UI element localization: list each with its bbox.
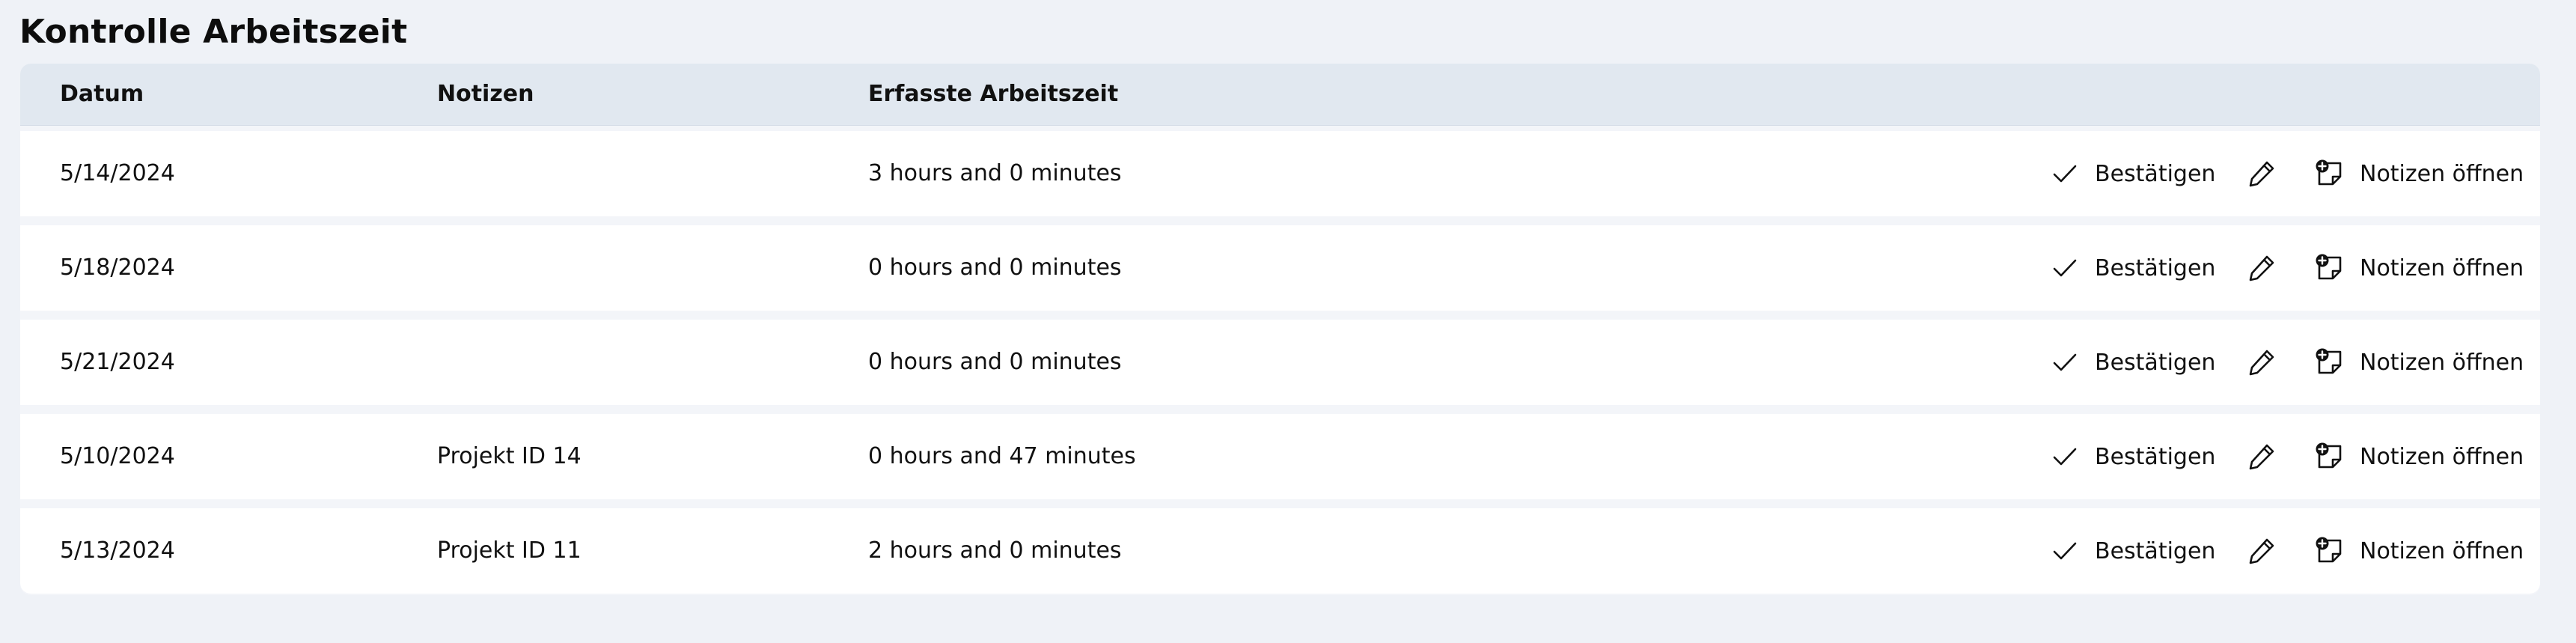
confirm-label: Bestätigen bbox=[2095, 349, 2216, 376]
row-date: 5/14/2024 bbox=[60, 160, 175, 186]
note-add-icon bbox=[2315, 253, 2345, 283]
pencil-icon bbox=[2247, 159, 2277, 189]
open-notes-button[interactable]: Notizen öffnen bbox=[2315, 528, 2524, 573]
page: Kontrolle Arbeitszeit Datum Notizen Erfa… bbox=[0, 0, 2576, 643]
table-row: 5/18/2024 0 hours and 0 minutes Bestätig… bbox=[20, 225, 2540, 311]
row-actions: Bestätigen Notizen öffnen bbox=[2029, 414, 2524, 499]
open-notes-label: Notizen öffnen bbox=[2360, 443, 2524, 470]
row-recorded-time: 0 hours and 0 minutes bbox=[868, 255, 1122, 281]
check-icon bbox=[2050, 347, 2080, 377]
row-recorded-time: 2 hours and 0 minutes bbox=[868, 537, 1122, 564]
header-date[interactable]: Datum bbox=[60, 64, 144, 125]
table-row: 5/14/2024 3 hours and 0 minutes Bestätig… bbox=[20, 131, 2540, 216]
edit-button[interactable] bbox=[2239, 151, 2284, 196]
row-date: 5/18/2024 bbox=[60, 255, 175, 281]
table-row: 5/10/2024 Projekt ID 14 0 hours and 47 m… bbox=[20, 414, 2540, 499]
pencil-icon bbox=[2247, 347, 2277, 377]
row-actions: Bestätigen Notizen öffnen bbox=[2029, 131, 2524, 216]
row-date: 5/10/2024 bbox=[60, 443, 175, 469]
note-add-icon bbox=[2315, 159, 2345, 189]
open-notes-button[interactable]: Notizen öffnen bbox=[2315, 246, 2524, 290]
check-icon bbox=[2050, 442, 2080, 472]
note-add-icon bbox=[2315, 347, 2345, 377]
table-row: 5/13/2024 Projekt ID 11 2 hours and 0 mi… bbox=[20, 508, 2540, 594]
header-notes[interactable]: Notizen bbox=[437, 64, 534, 125]
row-notes: Projekt ID 11 bbox=[437, 537, 582, 564]
edit-button[interactable] bbox=[2239, 434, 2284, 479]
check-icon bbox=[2050, 536, 2080, 566]
confirm-button[interactable]: Bestätigen bbox=[2050, 528, 2215, 573]
confirm-button[interactable]: Bestätigen bbox=[2050, 434, 2215, 479]
row-recorded-time: 0 hours and 47 minutes bbox=[868, 443, 1136, 469]
row-recorded-time: 0 hours and 0 minutes bbox=[868, 349, 1122, 375]
open-notes-button[interactable]: Notizen öffnen bbox=[2315, 434, 2524, 479]
row-date: 5/13/2024 bbox=[60, 537, 175, 564]
row-actions: Bestätigen Notizen öffnen bbox=[2029, 508, 2524, 594]
page-title: Kontrolle Arbeitszeit bbox=[19, 13, 408, 51]
note-add-icon bbox=[2315, 536, 2345, 566]
open-notes-button[interactable]: Notizen öffnen bbox=[2315, 340, 2524, 385]
pencil-icon bbox=[2247, 253, 2277, 283]
row-date: 5/21/2024 bbox=[60, 349, 175, 375]
edit-button[interactable] bbox=[2239, 340, 2284, 385]
confirm-button[interactable]: Bestätigen bbox=[2050, 246, 2215, 290]
pencil-icon bbox=[2247, 442, 2277, 472]
confirm-button[interactable]: Bestätigen bbox=[2050, 340, 2215, 385]
row-recorded-time: 3 hours and 0 minutes bbox=[868, 160, 1122, 186]
row-actions: Bestätigen Notizen öffnen bbox=[2029, 320, 2524, 405]
pencil-icon bbox=[2247, 536, 2277, 566]
check-icon bbox=[2050, 159, 2080, 189]
confirm-label: Bestätigen bbox=[2095, 537, 2216, 564]
edit-button[interactable] bbox=[2239, 528, 2284, 573]
confirm-label: Bestätigen bbox=[2095, 255, 2216, 281]
row-actions: Bestätigen Notizen öffnen bbox=[2029, 225, 2524, 311]
open-notes-button[interactable]: Notizen öffnen bbox=[2315, 151, 2524, 196]
work-time-table: Datum Notizen Erfasste Arbeitszeit 5/14/… bbox=[20, 64, 2540, 595]
open-notes-label: Notizen öffnen bbox=[2360, 537, 2524, 564]
confirm-button[interactable]: Bestätigen bbox=[2050, 151, 2215, 196]
check-icon bbox=[2050, 253, 2080, 283]
header-recorded-time[interactable]: Erfasste Arbeitszeit bbox=[868, 64, 1118, 125]
table-row: 5/21/2024 0 hours and 0 minutes Bestätig… bbox=[20, 320, 2540, 405]
confirm-label: Bestätigen bbox=[2095, 443, 2216, 470]
row-notes: Projekt ID 14 bbox=[437, 443, 582, 469]
confirm-label: Bestätigen bbox=[2095, 160, 2216, 187]
table-header: Datum Notizen Erfasste Arbeitszeit bbox=[20, 64, 2540, 126]
open-notes-label: Notizen öffnen bbox=[2360, 349, 2524, 376]
open-notes-label: Notizen öffnen bbox=[2360, 255, 2524, 281]
open-notes-label: Notizen öffnen bbox=[2360, 160, 2524, 187]
note-add-icon bbox=[2315, 442, 2345, 472]
edit-button[interactable] bbox=[2239, 246, 2284, 290]
